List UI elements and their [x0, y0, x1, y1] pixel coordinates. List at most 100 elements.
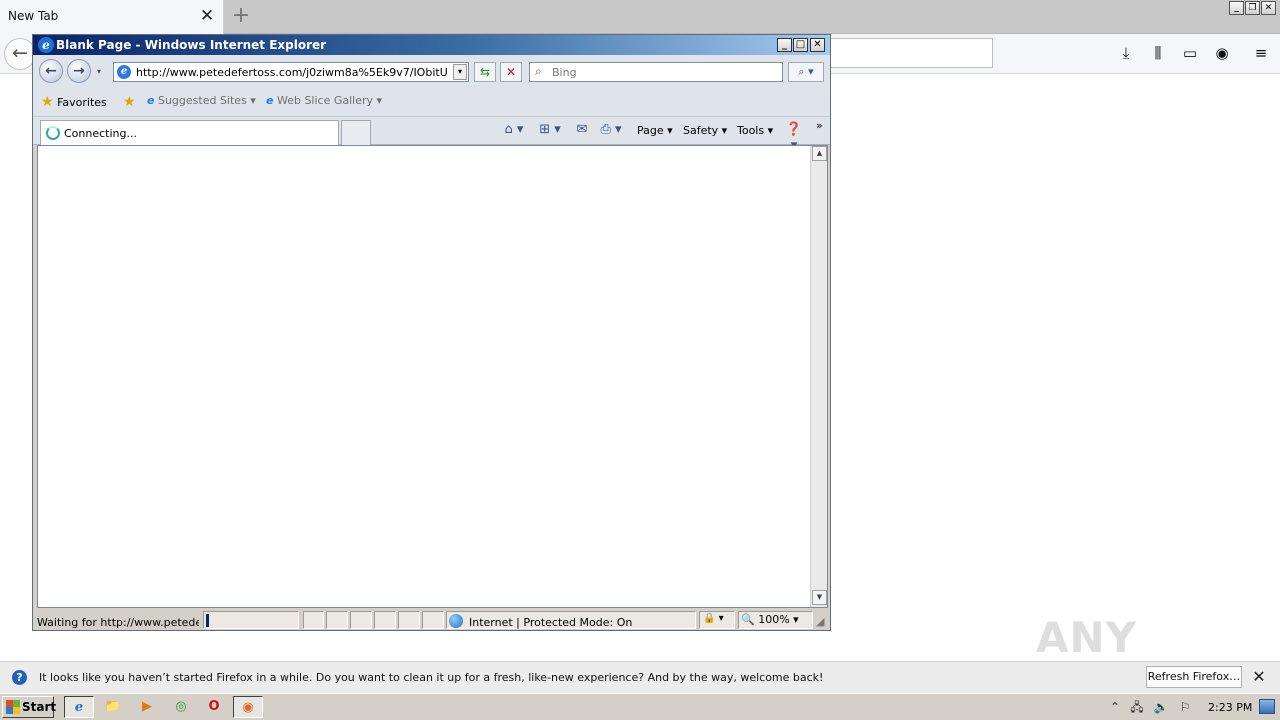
ie-status-pane [350, 611, 372, 629]
ie-zoom-cell[interactable]: 🔍 100% ▾ [738, 611, 813, 629]
firefox-url-bar[interactable] [826, 38, 993, 68]
tools-menu[interactable]: Tools ▾ [737, 124, 773, 137]
print-icon[interactable]: ⎙ ▾ [595, 122, 627, 138]
ie-address-bar[interactable]: e http://www.petedefertoss.com/j0ziwm8a%… [113, 62, 469, 82]
suggested-sites-link[interactable]: e Suggested Sites ▾ [147, 94, 256, 107]
ie-minimize-button[interactable]: _ [777, 38, 792, 52]
ie-progress-cell [203, 611, 299, 629]
firefox-tab-title: New Tab [8, 9, 59, 23]
ie-logo-icon: e [38, 37, 54, 53]
ie-status-pane [326, 611, 348, 629]
ie-zone-text: Internet | Protected Mode: On [469, 616, 633, 629]
lock-icon: 🔒 ▾ [703, 613, 724, 624]
firefox-tab-new-tab[interactable]: New Tab ✕ [0, 0, 224, 34]
ie-small-icon: e [147, 94, 155, 107]
account-icon[interactable]: ◉ [1211, 42, 1233, 64]
ie-page-icon: e [117, 65, 131, 79]
sidebar-icon[interactable]: ▭ [1179, 42, 1201, 64]
firefox-restore-button[interactable]: ❐ [1245, 1, 1260, 15]
ie-status-bar: Waiting for http://www.petedefertoss.com… [33, 609, 830, 630]
tray-expand-icon[interactable]: ⌃ [1107, 699, 1123, 715]
firefox-minimize-button[interactable]: _ [1229, 1, 1244, 15]
loading-spinner-icon [46, 126, 60, 140]
taskbar-internet-explorer-icon[interactable]: e [64, 696, 94, 718]
hamburger-menu-icon[interactable]: ≡ [1250, 42, 1272, 64]
resize-grip-icon[interactable]: ◢ [816, 615, 824, 628]
ie-status-pane [398, 611, 420, 629]
taskbar-firefox-icon[interactable]: ◉ [233, 696, 263, 718]
library-icon[interactable]: ⫼ [1147, 42, 1169, 64]
ie-command-bar: Connecting... ⌂ ▾ ⊞ ▾ ✉ ⎙ ▾ Page ▾ Safet… [33, 117, 830, 153]
home-icon[interactable]: ⌂ ▾ [499, 122, 529, 138]
ie-address-input[interactable]: http://www.petedefertoss.com/j0ziwm8a%5E… [136, 66, 448, 79]
ie-security-cell[interactable]: 🔒 ▾ [699, 611, 735, 629]
notification-text: It looks like you haven’t started Firefo… [39, 671, 824, 684]
ie-title-bar[interactable]: e Blank Page - Windows Internet Explorer… [33, 35, 830, 55]
ie-favorites-bar: ★ Favorites ★ e Suggested Sites ▾ e Web … [33, 87, 830, 117]
ie-maximize-button[interactable]: □ [793, 38, 808, 52]
refresh-firefox-button[interactable]: Refresh Firefox… [1146, 666, 1242, 688]
start-button[interactable]: Start [2, 696, 56, 718]
ie-status-text-cell: Waiting for http://www.petedefertoss.com… [35, 611, 201, 629]
ie-status-pane [374, 611, 396, 629]
firefox-tab-strip: New Tab ✕ + _ ❐ ✕ [0, 0, 1280, 34]
firefox-close-button[interactable]: ✕ [1261, 1, 1276, 15]
star-icon: ★ [41, 94, 54, 110]
taskbar-chrome-icon[interactable]: ◎ [166, 696, 196, 718]
ie-page-content[interactable]: ▲ ▼ [37, 145, 828, 608]
help-icon[interactable]: ❓ ▾ [781, 122, 807, 153]
ie-search-box[interactable]: ⌕ Bing [529, 62, 783, 82]
question-icon: ? [12, 670, 27, 685]
ie-search-input[interactable]: Bing [552, 66, 577, 79]
taskbar-media-player-icon[interactable]: ▶ [132, 696, 162, 718]
ie-address-dropdown-icon[interactable]: ▾ [453, 64, 467, 80]
favorites-button[interactable]: ★ Favorites [41, 94, 107, 110]
volume-icon[interactable]: 🔈 [1153, 699, 1169, 715]
network-icon[interactable]: 🖧 [1129, 699, 1145, 715]
scroll-down-icon[interactable]: ▼ [812, 590, 827, 605]
search-icon: ⌕ [535, 64, 542, 78]
ie-tab-connecting[interactable]: Connecting... [40, 120, 339, 145]
ie-zoom-level: 🔍 100% ▾ [741, 613, 799, 626]
ie-small-icon: e [266, 94, 274, 107]
taskbar-windows-explorer-icon[interactable]: 📁 [98, 696, 128, 718]
feeds-icon[interactable]: ⊞ ▾ [535, 122, 565, 138]
taskbar-clock[interactable]: 2:23 PM [1208, 701, 1252, 714]
web-slice-gallery-link[interactable]: e Web Slice Gallery ▾ [266, 94, 382, 107]
ie-forward-button[interactable]: → [67, 59, 91, 83]
scroll-up-icon[interactable]: ▲ [812, 146, 827, 161]
firefox-refresh-notification: ? It looks like you haven’t started Fire… [0, 661, 1280, 693]
page-menu[interactable]: Page ▾ [637, 124, 673, 137]
ie-status-pane [422, 611, 444, 629]
ie-window-title: Blank Page - Windows Internet Explorer [56, 38, 327, 52]
ie-close-button[interactable]: ✕ [810, 38, 825, 52]
mail-icon[interactable]: ✉ [573, 122, 591, 138]
ie-vertical-scrollbar[interactable]: ▲ ▼ [810, 146, 827, 607]
ie-search-go-button[interactable]: ⌕ ▾ [788, 62, 824, 82]
ie-address-row: ← → ▾ e http://www.petedefertoss.com/j0z… [33, 55, 830, 87]
favorites-label: Favorites [57, 96, 107, 109]
add-favorites-icon[interactable]: ★ [123, 94, 136, 110]
windows-taskbar: Start e 📁 ▶ ◎ O ◉ ⌃ 🖧 🔈 ⚐ 2:23 PM [0, 693, 1280, 720]
ie-back-button[interactable]: ← [39, 59, 63, 83]
ie-status-pane [303, 611, 324, 629]
ie-window: e Blank Page - Windows Internet Explorer… [32, 34, 831, 631]
ie-refresh-button[interactable]: ⇆ [474, 62, 496, 82]
ie-new-tab-button[interactable] [341, 120, 371, 145]
windows-logo-icon [6, 700, 20, 714]
internet-zone-globe-icon [449, 614, 463, 628]
firefox-new-tab-button[interactable]: + [230, 3, 252, 29]
notification-close-icon[interactable]: ✕ [1250, 667, 1268, 687]
action-center-flag-icon[interactable]: ⚐ [1177, 699, 1193, 715]
anyrun-watermark: ANY RUN [1036, 613, 1140, 720]
safety-menu[interactable]: Safety ▾ [683, 124, 727, 137]
ie-stop-button[interactable]: ✕ [500, 62, 522, 82]
show-desktop-button[interactable] [1259, 699, 1275, 714]
more-commands-icon[interactable]: » [816, 119, 823, 132]
suggested-sites-label: Suggested Sites ▾ [157, 94, 256, 107]
taskbar-opera-icon[interactable]: O [199, 696, 229, 718]
downloads-icon[interactable]: ⤓ [1115, 42, 1137, 64]
ie-tab-label: Connecting... [64, 127, 137, 140]
ie-history-dropdown-icon[interactable]: ▾ [97, 67, 101, 76]
firefox-tab-close-icon[interactable]: ✕ [198, 6, 216, 26]
